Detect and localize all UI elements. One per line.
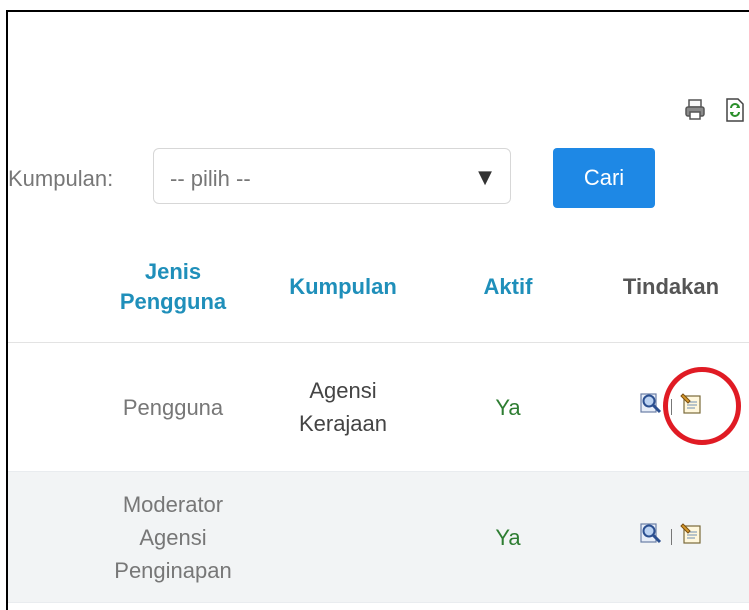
cell-kumpulan: [263, 472, 423, 602]
column-header-aktif[interactable]: Aktif: [448, 232, 568, 342]
printer-icon[interactable]: [681, 96, 709, 124]
column-header-jenis-pengguna[interactable]: Jenis Pengguna: [88, 232, 258, 342]
cell-tindakan: [596, 472, 746, 602]
kumpulan-select[interactable]: -- pilih -- ▼: [153, 148, 511, 204]
highlight-circle: [663, 367, 741, 445]
cell-aktif: Ya: [495, 524, 521, 550]
action-separator: [670, 529, 672, 545]
cell-jenis-line3: Penginapan: [114, 557, 232, 583]
user-table: Jenis Pengguna Kumpulan Aktif Tindakan P…: [8, 232, 749, 603]
cell-kumpulan: Agensi Kerajaan: [263, 343, 423, 471]
edit-icon[interactable]: [679, 521, 704, 554]
cell-jenis-line2: Agensi: [139, 524, 207, 550]
chevron-down-icon: ▼: [478, 167, 492, 188]
magnifier-icon[interactable]: [639, 391, 663, 424]
filter-row: Kumpulan: -- pilih -- ▼ Cari: [8, 148, 749, 208]
cell-jenis-pengguna: Pengguna: [122, 394, 224, 420]
header-jenis-line1: Jenis: [144, 259, 202, 285]
header-jenis-line2: Pengguna: [119, 289, 227, 314]
search-button[interactable]: Cari: [553, 148, 655, 208]
table-row: Pengguna Agensi Kerajaan Ya: [8, 343, 749, 472]
cell-jenis-pengguna: Moderator Agensi Penginapan: [88, 472, 258, 602]
cell-aktif: Ya: [495, 394, 521, 420]
row-actions: [639, 521, 704, 554]
column-header-kumpulan[interactable]: Kumpulan: [263, 232, 423, 342]
refresh-icon[interactable]: [721, 96, 749, 124]
cell-jenis-line1: Moderator: [122, 491, 224, 517]
page-frame: Kumpulan: -- pilih -- ▼ Cari Jenis Pengg…: [6, 10, 749, 610]
column-header-tindakan: Tindakan: [622, 274, 720, 300]
table-header: Jenis Pengguna Kumpulan Aktif Tindakan: [8, 232, 749, 343]
cell-kumpulan-line1: Agensi: [309, 378, 377, 403]
table-row: Moderator Agensi Penginapan Ya: [8, 472, 749, 603]
kumpulan-filter-label: Kumpulan:: [8, 166, 114, 191]
magnifier-icon[interactable]: [639, 521, 663, 554]
toolbar-icons: [681, 96, 749, 124]
cell-kumpulan-line2: Kerajaan: [298, 411, 388, 436]
kumpulan-select-value: -- pilih --: [170, 166, 251, 191]
